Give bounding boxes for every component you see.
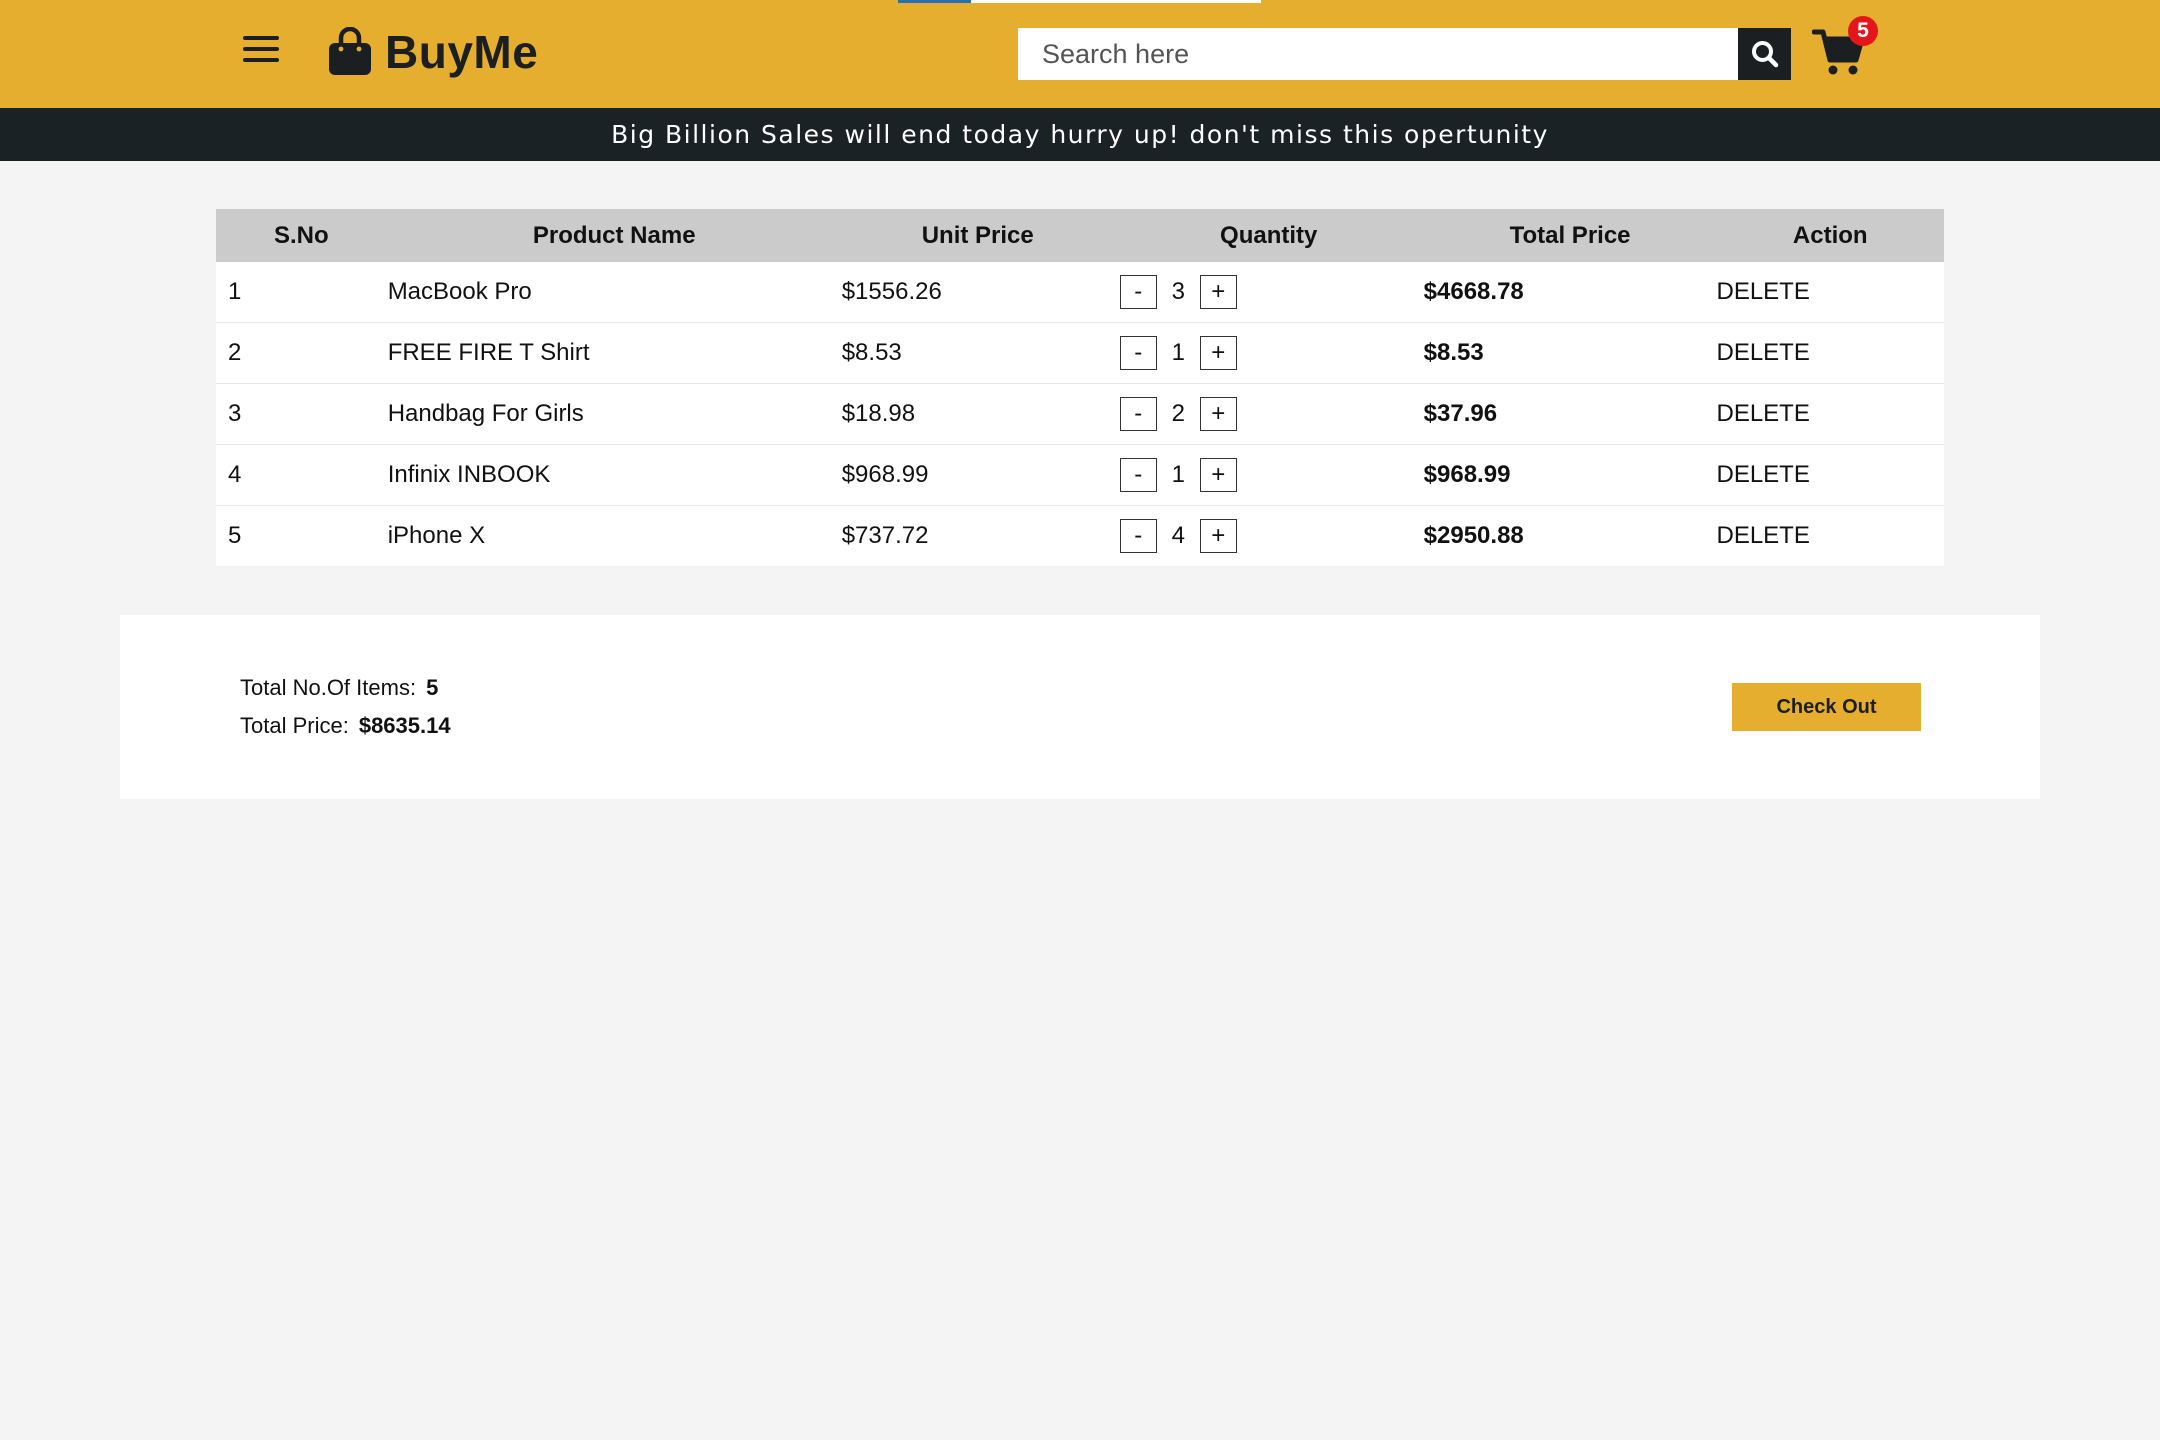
search-bar [1018, 28, 1791, 80]
order-summary: Total No.Of Items: 5 Total Price: $8635.14… [120, 615, 2040, 799]
table-row: 4 Infinix INBOOK $968.99 - 1 + $968.99 D… [216, 444, 1944, 506]
header-total-price: Total Price [1423, 209, 1717, 262]
shopping-bag-icon [329, 27, 371, 75]
increase-quantity-button[interactable]: + [1199, 397, 1237, 431]
row-quantity-cell: - 4 + [1114, 506, 1424, 567]
table-row: 5 iPhone X $737.72 - 4 + $2950.88 DELETE [216, 506, 1944, 567]
decrease-quantity-button[interactable]: - [1119, 336, 1157, 370]
quantity-value: 4 [1171, 522, 1185, 549]
increase-quantity-button[interactable]: + [1199, 519, 1237, 553]
increase-quantity-button[interactable]: + [1199, 458, 1237, 492]
header-action: Action [1716, 209, 1944, 262]
header-quantity: Quantity [1113, 209, 1424, 262]
quantity-value: 1 [1171, 461, 1185, 488]
row-total-price: $2950.88 [1423, 522, 1524, 549]
brand-name: BuyMe [385, 26, 539, 78]
promo-banner: Big Billion Sales will end today hurry u… [0, 108, 2160, 161]
row-sno: 4 [216, 444, 387, 506]
decrease-quantity-button[interactable]: - [1119, 458, 1157, 492]
row-unit-price: $8.53 [841, 322, 1114, 384]
quantity-value: 2 [1171, 400, 1185, 427]
table-header-row: S.No Product Name Unit Price Quantity To… [216, 209, 1944, 262]
table-row: 1 MacBook Pro $1556.26 - 3 + $4668.78 DE… [216, 262, 1944, 323]
row-quantity-cell: - 3 + [1113, 262, 1424, 323]
total-items-line: Total No.Of Items: 5 [240, 675, 438, 701]
total-price-label: Total Price: [240, 713, 349, 738]
hamburger-menu-icon[interactable] [243, 36, 279, 64]
search-input[interactable] [1018, 28, 1738, 80]
row-sno: 2 [216, 322, 387, 384]
row-sno: 3 [216, 383, 387, 445]
total-items-value: 5 [426, 675, 439, 700]
row-total-price: $37.96 [1423, 383, 1717, 445]
row-unit-price: $18.98 [841, 383, 1114, 445]
quantity-value: 3 [1171, 278, 1185, 305]
delete-button[interactable]: DELETE [1716, 262, 1944, 323]
quantity-stepper: - 1 + [1114, 458, 1424, 492]
header-product-name: Product Name [386, 209, 842, 262]
top-header: BuyMe 5 [0, 0, 2160, 108]
top-strip-light [971, 0, 1261, 3]
increase-quantity-button[interactable]: + [1199, 275, 1237, 309]
checkout-button[interactable]: Check Out [1732, 683, 1921, 731]
row-product-name: iPhone X [387, 522, 486, 549]
row-product-name: Handbag For Girls [386, 383, 842, 445]
header-unit-price: Unit Price [841, 209, 1114, 262]
search-button[interactable] [1738, 28, 1791, 80]
row-quantity-cell: - 1 + [1113, 322, 1424, 384]
header-sno: S.No [216, 209, 387, 262]
row-total-price: $4668.78 [1423, 262, 1717, 323]
row-quantity-cell: - 1 + [1113, 444, 1424, 506]
table-row: 2 FREE FIRE T Shirt $8.53 - 1 + $8.53 DE… [216, 322, 1944, 384]
row-total-price: $8.53 [1423, 322, 1717, 384]
quantity-stepper: - 3 + [1114, 275, 1424, 309]
total-price-line: Total Price: $8635.14 [240, 713, 451, 739]
table-row: 3 Handbag For Girls $18.98 - 2 + $37.96 … [216, 383, 1944, 445]
quantity-stepper: - 2 + [1114, 397, 1424, 431]
delete-button[interactable]: DELETE [1716, 383, 1944, 445]
row-product-name: Infinix INBOOK [386, 444, 842, 506]
search-icon [1751, 41, 1778, 68]
decrease-quantity-button[interactable]: - [1119, 519, 1157, 553]
decrease-quantity-button[interactable]: - [1119, 397, 1157, 431]
increase-quantity-button[interactable]: + [1199, 336, 1237, 370]
row-quantity-cell: - 2 + [1113, 383, 1424, 445]
cart-button[interactable]: 5 [1812, 16, 1882, 80]
quantity-stepper: - 1 + [1114, 336, 1424, 370]
cart-count-badge: 5 [1848, 16, 1878, 46]
row-product-name: MacBook Pro [386, 262, 842, 323]
quantity-stepper: - 4 + [1114, 519, 1424, 553]
brand-logo[interactable]: BuyMe [327, 22, 538, 82]
row-unit-price: $737.72 [841, 522, 929, 549]
row-unit-price: $968.99 [841, 444, 1114, 506]
row-sno: 1 [216, 262, 387, 323]
quantity-value: 1 [1171, 339, 1185, 366]
total-price-value: $8635.14 [358, 713, 451, 738]
decrease-quantity-button[interactable]: - [1119, 275, 1157, 309]
delete-button[interactable]: DELETE [1716, 444, 1944, 506]
total-items-label: Total No.Of Items: [240, 675, 417, 700]
top-strip-accent [898, 0, 971, 3]
delete-button[interactable]: DELETE [1716, 506, 1944, 567]
cart-table: S.No Product Name Unit Price Quantity To… [216, 209, 1944, 566]
row-total-price: $968.99 [1423, 444, 1717, 506]
row-product-name: FREE FIRE T Shirt [386, 322, 842, 384]
delete-button[interactable]: DELETE [1716, 322, 1944, 384]
row-sno: 5 [228, 522, 242, 549]
row-unit-price: $1556.26 [841, 262, 1114, 323]
